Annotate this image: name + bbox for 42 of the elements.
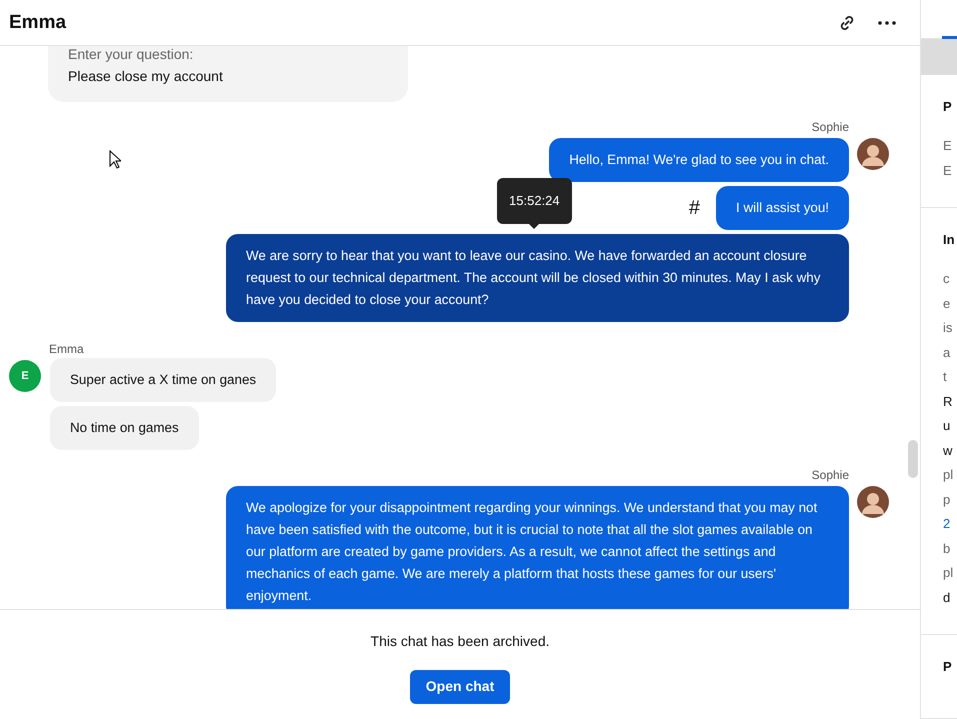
info-text: E bbox=[943, 137, 953, 155]
info-text[interactable]: 2 bbox=[943, 512, 957, 536]
cursor-icon bbox=[109, 150, 121, 169]
avatar-initial: E bbox=[9, 360, 41, 392]
info-text: e bbox=[943, 294, 952, 312]
message-bubble: Super active a X time on ganes bbox=[50, 358, 276, 402]
info-text: is bbox=[943, 319, 954, 337]
info-text: pl bbox=[943, 564, 954, 582]
info-text: d bbox=[943, 588, 952, 606]
scrollbar-thumb[interactable] bbox=[908, 440, 918, 478]
section-heading: P bbox=[943, 659, 953, 674]
section-heading: P bbox=[943, 99, 953, 114]
info-text: u bbox=[943, 417, 952, 435]
info-text: b bbox=[943, 540, 952, 558]
avatar-icon bbox=[857, 138, 890, 170]
open-chat-button[interactable]: Open chat bbox=[410, 670, 510, 704]
info-text: t bbox=[943, 368, 948, 386]
message-bubble: Hello, Emma! We're glad to see you in chat. bbox=[549, 138, 850, 182]
section-heading: In bbox=[943, 232, 956, 247]
hash-mark: # bbox=[688, 196, 700, 220]
info-text: w bbox=[943, 442, 954, 460]
tab-indicator[interactable] bbox=[942, 36, 957, 40]
info-text: p bbox=[943, 490, 952, 509]
message-bubble: I will assist you! bbox=[716, 186, 850, 230]
author-name: Emma bbox=[49, 342, 85, 356]
question-label: Enter your question: bbox=[68, 46, 194, 62]
question-answer: Please close my account bbox=[68, 68, 224, 84]
message-bubble: No time on games bbox=[50, 406, 199, 450]
more-icon[interactable] bbox=[878, 20, 896, 24]
message-bubble: We apologize for your disappointment regarding your winnings. We understand that you may not have been satisfied with the outcome, but it is crucial to note that all the slot games available on our platform are created by game providers. As a result, we cannot affect the settings and mechanics of each game. We are merely a platform that hosts these games for our users' enjoyment. bbox=[226, 486, 850, 609]
info-text: c bbox=[943, 270, 951, 288]
tooltip-pointer-icon bbox=[529, 224, 540, 229]
author-name: Sophie bbox=[812, 120, 850, 134]
avatar-icon bbox=[857, 486, 890, 518]
author-name: Sophie bbox=[812, 468, 850, 482]
archived-notice: This chat has been archived. bbox=[370, 633, 550, 649]
info-text: E bbox=[943, 162, 953, 180]
time-tooltip: 15:52:24 bbox=[497, 178, 572, 224]
info-text: a bbox=[943, 344, 952, 362]
info-text: R bbox=[943, 392, 954, 410]
chat-title: Emma bbox=[9, 12, 66, 34]
info-text: pl bbox=[943, 466, 954, 484]
